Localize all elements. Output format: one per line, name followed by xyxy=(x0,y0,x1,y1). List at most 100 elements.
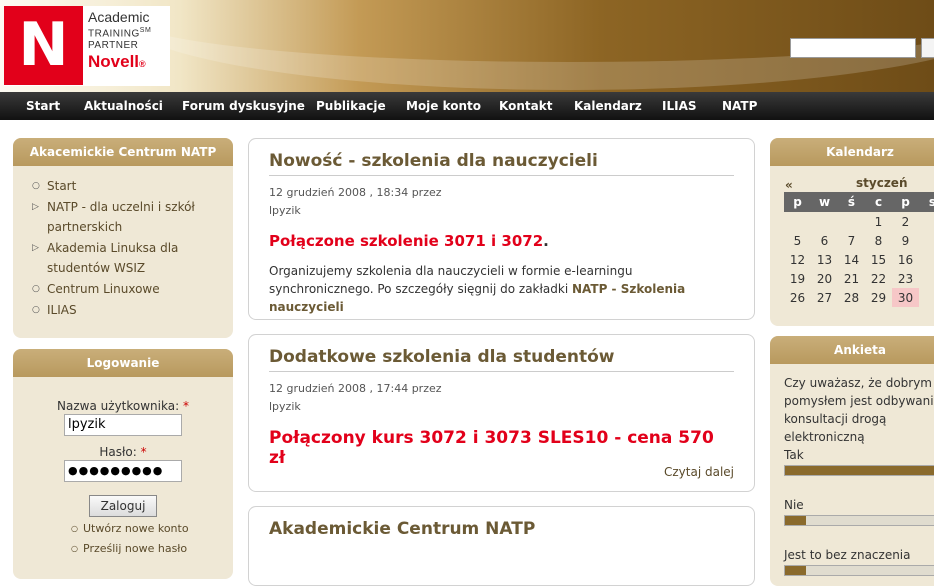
article-title[interactable]: Nowość - szkolenia dla nauczycieli xyxy=(269,151,734,176)
calendar-month-label[interactable]: styczeń xyxy=(856,176,907,190)
calendar-day[interactable] xyxy=(919,250,934,269)
calendar-day[interactable]: 6 xyxy=(811,231,838,250)
calendar-day[interactable] xyxy=(811,212,838,231)
calendar-day[interactable]: 22 xyxy=(865,269,892,288)
calendar-day[interactable]: 16 xyxy=(892,250,919,269)
nav-item-kalendarz[interactable]: Kalendarz xyxy=(574,92,642,120)
site-header: N Academic TRAININGSM PARTNER Novell® xyxy=(0,0,934,92)
logo-line-partner: PARTNER xyxy=(88,40,139,52)
logo-line-academic: Academic xyxy=(88,9,150,25)
calendar-day[interactable]: 26 xyxy=(784,288,811,307)
calendar-day-today[interactable]: 30 xyxy=(892,288,919,307)
logo-text[interactable]: Academic TRAININGSM PARTNER Novell® xyxy=(88,10,172,74)
calendar-day[interactable]: 27 xyxy=(811,288,838,307)
nav-item-ilias[interactable]: ILIAS xyxy=(662,92,697,120)
weekday-label: ś xyxy=(838,192,865,212)
calendar-day[interactable]: 9 xyxy=(892,231,919,250)
menu-item-natp-uczelnie[interactable]: ▷ NATP - dla uczelni i szkół partnerskich xyxy=(31,197,225,237)
calendar-day[interactable]: 21 xyxy=(838,269,865,288)
logo-line-novell: Novell® xyxy=(88,52,172,74)
weekday-label: s xyxy=(919,192,934,212)
nav-item-start[interactable]: Start xyxy=(26,92,60,120)
password-field[interactable]: ●●●●●●●●● xyxy=(64,460,182,482)
calendar-week: 26 27 28 29 30 xyxy=(784,288,934,307)
logo-letter: N xyxy=(18,10,69,80)
username-label: Nazwa użytkownika: * xyxy=(13,399,233,413)
circle-bullet-icon: ○ xyxy=(71,524,78,533)
menu-item-ilias[interactable]: ○ ILIAS xyxy=(31,300,225,320)
circle-bullet-icon: ○ xyxy=(32,284,40,294)
article-title[interactable]: Akademickie Centrum NATP xyxy=(269,519,734,543)
calendar-day[interactable]: 8 xyxy=(865,231,892,250)
nav-item-natp[interactable]: NATP xyxy=(722,92,757,120)
calendar-day[interactable]: 19 xyxy=(784,269,811,288)
nav-item-publikacje[interactable]: Publikacje xyxy=(316,92,386,120)
calendar-day[interactable] xyxy=(919,288,934,307)
create-account-link[interactable]: ○ Utwórz nowe konto xyxy=(13,520,233,538)
calendar-day[interactable]: 15 xyxy=(865,250,892,269)
poll-option-label: Tak xyxy=(784,448,804,462)
login-button[interactable]: Zaloguj xyxy=(89,495,157,517)
menu-item-start[interactable]: ○ Start xyxy=(31,176,225,196)
calendar-day[interactable]: 1 xyxy=(865,212,892,231)
menu-item-centrum-linuxowe[interactable]: ○ Centrum Linuxowe xyxy=(31,279,225,299)
article-author[interactable]: lpyzik xyxy=(269,398,734,416)
calendar-week: 5 6 7 8 9 xyxy=(784,231,934,250)
article-node: Akademickie Centrum NATP xyxy=(248,506,755,586)
username-field[interactable]: lpyzik xyxy=(64,414,182,436)
article-headline-suffix: . xyxy=(543,232,549,250)
calendar-day[interactable] xyxy=(919,212,934,231)
calendar-weekdays: p w ś c p s xyxy=(784,192,934,212)
nav-item-forum[interactable]: Forum dyskusyjne xyxy=(182,92,305,120)
read-more-link[interactable]: Czytaj dalej xyxy=(664,465,734,479)
calendar-block-title: Kalendarz xyxy=(770,138,934,166)
article-author[interactable]: lpyzik xyxy=(269,202,734,220)
login-block-title: Logowanie xyxy=(13,349,233,377)
menu-block-title: Akacemickie Centrum NATP xyxy=(13,138,233,166)
poll-result-bar xyxy=(784,515,934,526)
calendar-day[interactable]: 13 xyxy=(811,250,838,269)
menu-list: ○ Start ▷ NATP - dla uczelni i szkół partn… xyxy=(13,166,233,320)
calendar-block: Kalendarz « styczeń p w ś c p s 1 2 5 6 … xyxy=(770,138,934,326)
poll-result-fill xyxy=(785,466,934,475)
username-label-text: Nazwa użytkownika: xyxy=(57,399,180,413)
calendar-week: 1 2 xyxy=(784,212,934,231)
weekday-label: w xyxy=(811,192,838,212)
nav-item-aktualnosci[interactable]: Aktualności xyxy=(84,92,163,120)
poll-option-label: Nie xyxy=(784,498,804,512)
article-body: Organizujemy szkolenia dla nauczycieli w… xyxy=(269,262,734,316)
menu-item-label: Akademia Linuksa dla studentów WSIZ xyxy=(47,241,179,275)
nav-item-moje-konto[interactable]: Moje konto xyxy=(406,92,481,120)
calendar-day[interactable]: 23 xyxy=(892,269,919,288)
calendar-day[interactable] xyxy=(838,212,865,231)
create-account-label: Utwórz nowe konto xyxy=(83,522,189,535)
logo-sm-mark: SM xyxy=(139,27,152,34)
calendar-prev-month[interactable]: « xyxy=(785,178,793,192)
calendar-day[interactable] xyxy=(784,212,811,231)
search-input[interactable] xyxy=(790,38,916,58)
poll-result-bar xyxy=(784,565,934,576)
calendar-day[interactable]: 28 xyxy=(838,288,865,307)
calendar-day[interactable]: 5 xyxy=(784,231,811,250)
calendar-day[interactable]: 20 xyxy=(811,269,838,288)
calendar-day[interactable]: 29 xyxy=(865,288,892,307)
new-password-link[interactable]: ○ Prześlij nowe hasło xyxy=(13,540,233,558)
search-button[interactable] xyxy=(921,38,934,58)
circle-bullet-icon: ○ xyxy=(71,544,78,553)
poll-block: Ankieta Czy uważasz, że dobrym pomysłem … xyxy=(770,336,934,586)
article-date: 12 grudzień 2008 , 18:34 przez xyxy=(269,186,442,199)
circle-bullet-icon: ○ xyxy=(32,181,40,191)
article-title[interactable]: Dodatkowe szkolenia dla studentów xyxy=(269,347,734,372)
nav-item-kontakt[interactable]: Kontakt xyxy=(499,92,552,120)
menu-item-label: Start xyxy=(47,179,77,193)
novell-logo-mark[interactable]: N xyxy=(4,6,83,85)
required-marker: * xyxy=(140,445,147,459)
calendar-day[interactable] xyxy=(919,231,934,250)
calendar-day[interactable]: 7 xyxy=(838,231,865,250)
menu-item-akademia-linuksa[interactable]: ▷ Akademia Linuksa dla studentów WSIZ xyxy=(31,238,225,278)
calendar-day[interactable]: 2 xyxy=(892,212,919,231)
calendar-day[interactable]: 12 xyxy=(784,250,811,269)
calendar-day[interactable]: 14 xyxy=(838,250,865,269)
calendar-day[interactable] xyxy=(919,269,934,288)
poll-result-fill xyxy=(785,516,806,525)
